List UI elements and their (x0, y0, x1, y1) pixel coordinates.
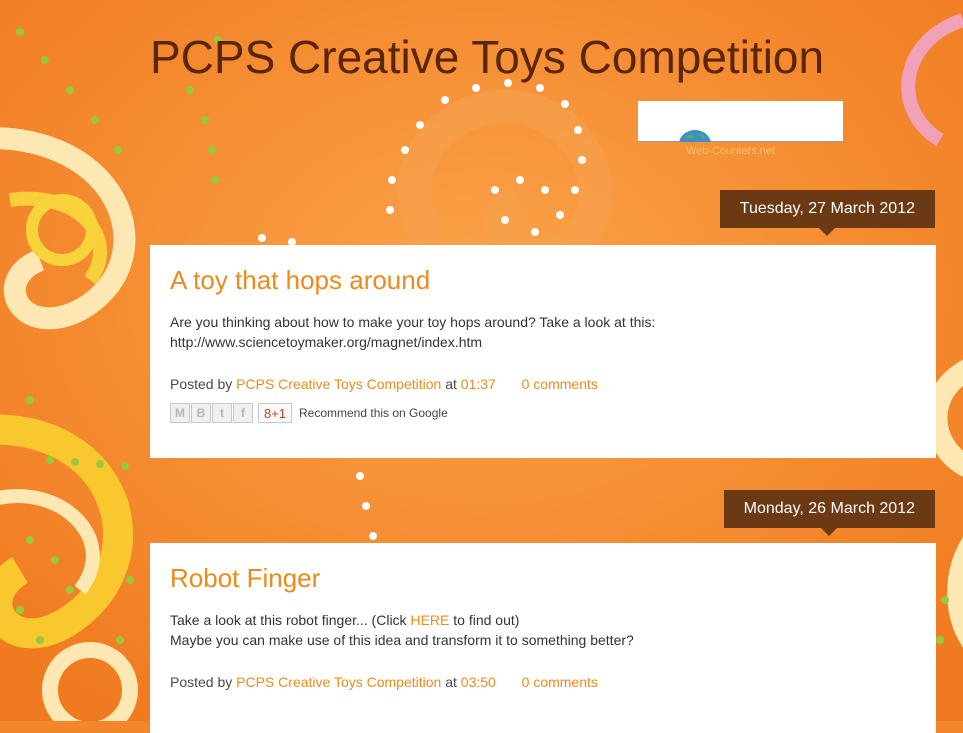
share-buttons: M B t f 8+1 Recommend this on Google (170, 402, 916, 424)
post-footer: Posted by PCPS Creative Toys Competition… (170, 674, 916, 690)
posted-by-label: Posted by (170, 376, 233, 392)
gmail-icon[interactable]: M (170, 403, 190, 423)
blog-title[interactable]: PCPS Creative Toys Competition (150, 30, 824, 84)
post-body: Are you thinking about how to make your … (170, 312, 916, 352)
hit-counter-widget[interactable] (638, 101, 843, 142)
post-footer: Posted by PCPS Creative Toys Competition… (170, 376, 916, 392)
blogger-icon[interactable]: B (191, 403, 211, 423)
recommend-text: Recommend this on Google (299, 406, 448, 420)
timestamp-link[interactable]: 01:37 (461, 376, 496, 392)
date-header: Tuesday, 27 March 2012 (719, 190, 935, 236)
post-title[interactable]: A toy that hops around (170, 245, 916, 296)
at-label: at (445, 376, 457, 392)
twitter-icon[interactable]: t (212, 403, 232, 423)
author-link[interactable]: PCPS Creative Toys Competition (236, 674, 441, 690)
post-body-line2: Maybe you can make use of this idea and … (170, 632, 634, 648)
post-body-prefix: Take a look at this robot finger... (Cli… (170, 612, 411, 628)
comments-link[interactable]: 0 comments (522, 674, 598, 690)
google-plus-one-button[interactable]: 8+1 (258, 403, 292, 423)
post-body-text: Are you thinking about how to make your … (170, 314, 656, 330)
here-link[interactable]: HERE (410, 612, 449, 628)
facebook-icon[interactable]: f (233, 403, 253, 423)
author-link[interactable]: PCPS Creative Toys Competition (236, 376, 441, 392)
counter-label[interactable]: Web-Counters.net (686, 145, 775, 157)
post-body: Take a look at this robot finger... (Cli… (170, 610, 916, 650)
posted-by-label: Posted by (170, 674, 233, 690)
at-label: at (445, 674, 457, 690)
globe-icon (679, 130, 711, 142)
post: A toy that hops around Are you thinking … (150, 245, 936, 458)
post-title[interactable]: Robot Finger (170, 543, 916, 594)
post-body-suffix: to find out) (449, 612, 520, 628)
timestamp-link[interactable]: 03:50 (461, 674, 496, 690)
post: Robot Finger Take a look at this robot f… (150, 543, 936, 733)
date-header: Monday, 26 March 2012 (723, 490, 935, 536)
post-body-text: Take a look at this robot finger... (Cli… (170, 610, 916, 630)
comments-link[interactable]: 0 comments (522, 376, 598, 392)
post-body-url: http://www.sciencetoymaker.org/magnet/in… (170, 334, 483, 350)
